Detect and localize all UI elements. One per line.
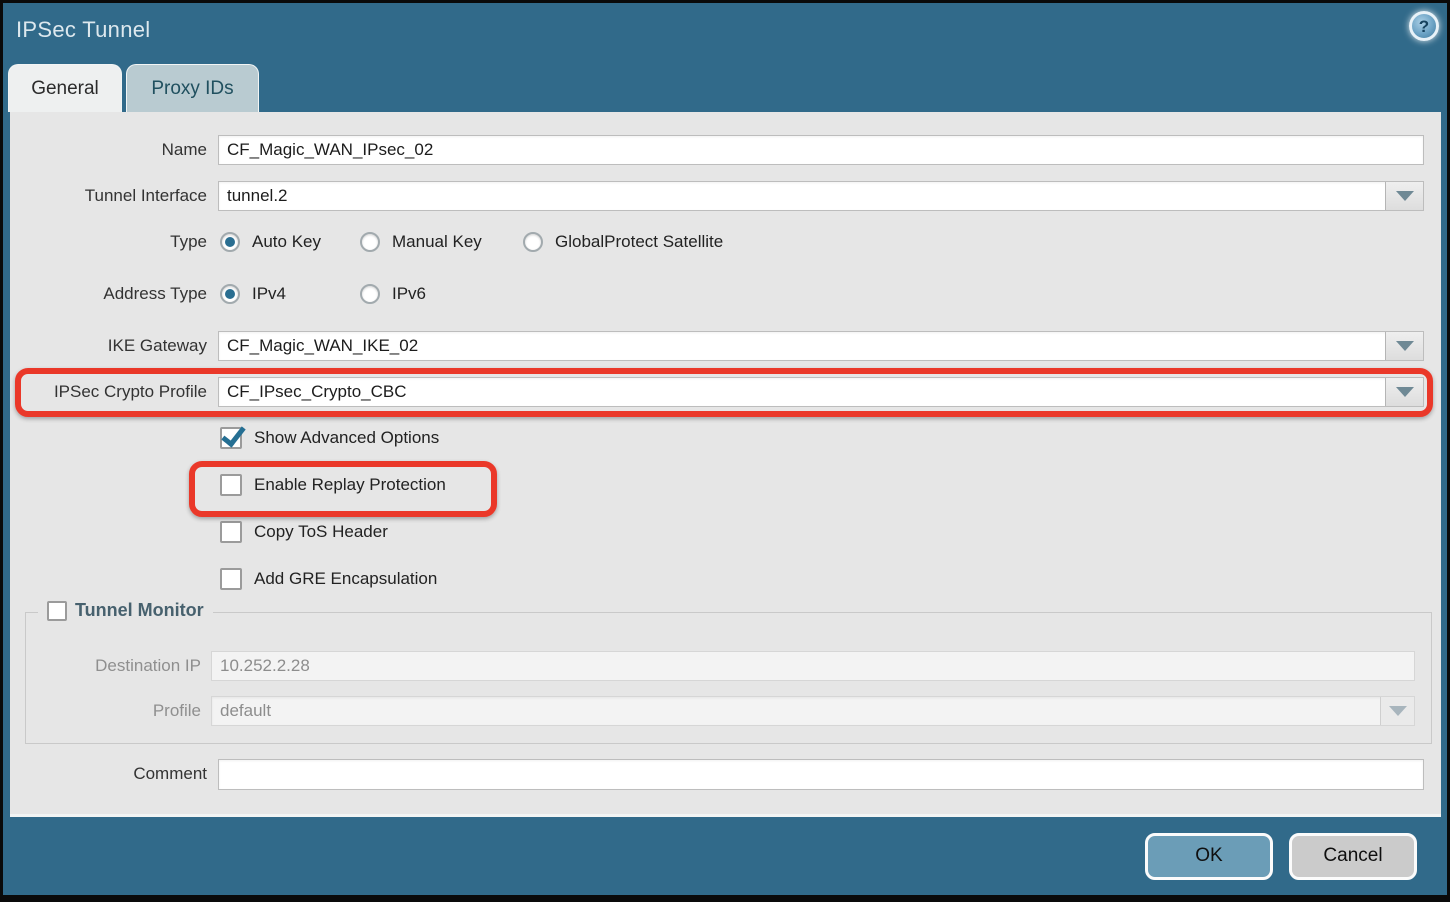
- radio-globalprotect-satellite-label: GlobalProtect Satellite: [555, 232, 723, 252]
- tab-proxy-ids[interactable]: Proxy IDs: [126, 64, 259, 112]
- radio-manual-key-label: Manual Key: [392, 232, 482, 252]
- address-type-row: Address Type IPv4 IPv6: [10, 281, 1441, 307]
- add-gre-encapsulation-checkbox[interactable]: [220, 568, 242, 590]
- tunnel-interface-select[interactable]: tunnel.2: [218, 181, 1424, 211]
- ipsec-crypto-profile-value: CF_IPsec_Crypto_CBC: [219, 378, 1385, 406]
- radio-ipv4-label: IPv4: [252, 284, 286, 304]
- destination-ip-label: Destination IP: [26, 651, 201, 681]
- tunnel-monitor-label: Tunnel Monitor: [75, 600, 204, 621]
- ike-gateway-dropdown-button[interactable]: [1385, 332, 1423, 360]
- type-row: Type Auto Key Manual Key GlobalProtect S…: [10, 229, 1441, 255]
- copy-tos-header-row: Copy ToS Header: [220, 520, 388, 544]
- ipsec-crypto-profile-dropdown-button[interactable]: [1385, 378, 1423, 406]
- name-row: Name: [10, 135, 1441, 165]
- radio-ipv4[interactable]: [220, 284, 240, 304]
- comment-row: Comment: [10, 759, 1441, 790]
- ipsec-crypto-profile-label: IPSec Crypto Profile: [10, 377, 207, 407]
- radio-ipv6[interactable]: [360, 284, 380, 304]
- general-tab-panel: Name Tunnel Interface tunnel.2 Type Auto…: [10, 112, 1441, 817]
- tunnel-monitor-legend: Tunnel Monitor: [38, 600, 213, 621]
- profile-label: Profile: [26, 696, 201, 726]
- ipsec-crypto-profile-row: IPSec Crypto Profile CF_IPsec_Crypto_CBC: [10, 377, 1441, 407]
- ipsec-tunnel-dialog: IPSec Tunnel ? General Proxy IDs Name Tu…: [0, 0, 1450, 902]
- radio-auto-key-label: Auto Key: [252, 232, 321, 252]
- question-mark-glyph: ?: [1419, 18, 1429, 35]
- profile-dropdown-button: [1380, 697, 1414, 725]
- address-type-radio-group: IPv4 IPv6: [220, 281, 426, 307]
- radio-manual-key[interactable]: [360, 232, 380, 252]
- show-advanced-options-label: Show Advanced Options: [254, 428, 439, 448]
- ike-gateway-row: IKE Gateway CF_Magic_WAN_IKE_02: [10, 331, 1441, 361]
- add-gre-encapsulation-row: Add GRE Encapsulation: [220, 567, 437, 591]
- name-input[interactable]: [218, 135, 1424, 165]
- profile-select: default: [211, 696, 1415, 726]
- tunnel-interface-dropdown-button[interactable]: [1385, 182, 1423, 210]
- add-gre-encapsulation-label: Add GRE Encapsulation: [254, 569, 437, 589]
- comment-label: Comment: [10, 759, 207, 789]
- cancel-button[interactable]: Cancel: [1289, 833, 1417, 880]
- radio-globalprotect-satellite[interactable]: [523, 232, 543, 252]
- chevron-down-icon: [1396, 341, 1414, 351]
- show-advanced-options-checkbox[interactable]: [220, 427, 242, 449]
- profile-value: default: [212, 697, 1380, 725]
- ike-gateway-select[interactable]: CF_Magic_WAN_IKE_02: [218, 331, 1424, 361]
- dialog-footer: OK Cancel: [3, 817, 1447, 895]
- tab-bar: General Proxy IDs: [3, 64, 1447, 112]
- dialog-title: IPSec Tunnel: [16, 17, 150, 43]
- type-label: Type: [10, 229, 207, 259]
- tab-general[interactable]: General: [8, 64, 122, 112]
- dialog-titlebar: IPSec Tunnel ?: [3, 3, 1447, 64]
- radio-auto-key[interactable]: [220, 232, 240, 252]
- profile-row: Profile default: [26, 696, 1431, 726]
- chevron-down-icon: [1396, 191, 1414, 201]
- enable-replay-protection-row: Enable Replay Protection: [220, 473, 446, 497]
- enable-replay-protection-checkbox[interactable]: [220, 474, 242, 496]
- comment-input[interactable]: [218, 759, 1424, 790]
- copy-tos-header-label: Copy ToS Header: [254, 522, 388, 542]
- tunnel-monitor-group: Tunnel Monitor Destination IP Profile de…: [25, 612, 1432, 744]
- copy-tos-header-checkbox[interactable]: [220, 521, 242, 543]
- radio-ipv6-label: IPv6: [392, 284, 426, 304]
- chevron-down-icon: [1396, 387, 1414, 397]
- ok-button[interactable]: OK: [1145, 833, 1273, 880]
- ipsec-crypto-profile-select[interactable]: CF_IPsec_Crypto_CBC: [218, 377, 1424, 407]
- tunnel-interface-row: Tunnel Interface tunnel.2: [10, 181, 1441, 211]
- ike-gateway-value: CF_Magic_WAN_IKE_02: [219, 332, 1385, 360]
- tunnel-interface-value: tunnel.2: [219, 182, 1385, 210]
- help-icon[interactable]: ?: [1409, 11, 1439, 41]
- name-label: Name: [10, 135, 207, 165]
- show-advanced-options-row: Show Advanced Options: [220, 426, 439, 450]
- tunnel-monitor-checkbox[interactable]: [47, 601, 67, 621]
- tunnel-interface-label: Tunnel Interface: [10, 181, 207, 211]
- chevron-down-icon: [1389, 706, 1407, 716]
- destination-ip-input: [211, 651, 1415, 681]
- ike-gateway-label: IKE Gateway: [10, 331, 207, 361]
- destination-ip-row: Destination IP: [26, 651, 1431, 681]
- address-type-label: Address Type: [10, 281, 207, 311]
- enable-replay-protection-label: Enable Replay Protection: [254, 475, 446, 495]
- type-radio-group: Auto Key Manual Key GlobalProtect Satell…: [220, 229, 723, 255]
